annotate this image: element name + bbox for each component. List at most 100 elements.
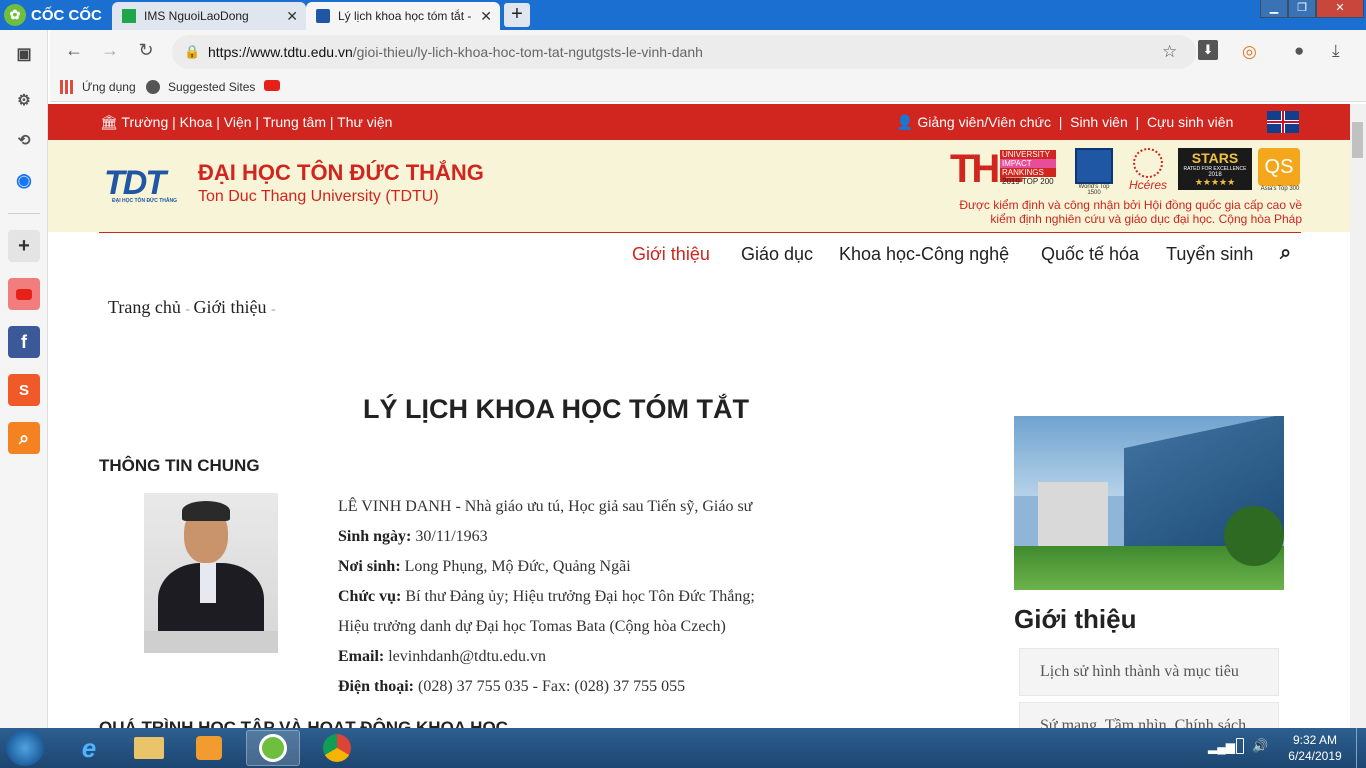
scrollbar-thumb[interactable]: [1352, 122, 1363, 158]
taskbar-ie[interactable]: e: [62, 730, 116, 766]
nav-gioi-thieu[interactable]: Giới thiệu: [632, 244, 710, 265]
youtube-icon[interactable]: [8, 278, 40, 310]
internet-explorer-icon: e: [81, 732, 97, 763]
top-right-links[interactable]: 👤 Giảng viên/Viên chức | Sinh viên | Cựu…: [896, 114, 1233, 131]
facebook-icon[interactable]: f: [8, 326, 40, 358]
bookmarks-bar: Ứng dụng Suggested Sites: [50, 74, 1366, 102]
downloads-icon[interactable]: ⤓: [1332, 41, 1340, 61]
user-icon: 👤: [896, 114, 914, 130]
world-top-badge: World's Top 1500: [1072, 148, 1116, 196]
top-utility-bar: 🏛 Trường | Khoa | Viện | Trung tâm | Thư…: [48, 104, 1350, 140]
taskbar-media[interactable]: [182, 730, 236, 766]
url-path: /gioi-thieu/ly-lich-khoa-hoc-tom-tat-ngu…: [352, 44, 703, 60]
tdtu-favicon-icon: [316, 9, 330, 23]
system-clock[interactable]: 9:32 AM 6/24/2019: [1270, 732, 1360, 764]
nav-quoc-te-hoa[interactable]: Quốc tế hóa: [1041, 244, 1139, 265]
top-left-links[interactable]: 🏛 Trường | Khoa | Viện | Trung tâm | Thư…: [100, 114, 392, 131]
address-bar[interactable]: 🔒 https://www.tdtu.edu.vn/gioi-thieu/ly-…: [172, 35, 1196, 69]
tab-tdtu[interactable]: Lý lịch khoa học tóm tắt - ✕: [306, 2, 500, 30]
email-value[interactable]: levinhdanh@tdtu.edu.vn: [384, 648, 546, 665]
site-header-banner: TDT ĐẠI HỌC TÔN ĐỨC THẮNG ĐẠI HỌC TÔN ĐỨ…: [48, 140, 1350, 232]
bookmark-youtube[interactable]: [264, 80, 280, 91]
close-tab-icon[interactable]: ✕: [286, 8, 298, 25]
campus-photo[interactable]: [1014, 416, 1284, 590]
english-flag-icon[interactable]: [1267, 111, 1299, 133]
breadcrumb: Trang chủ - Giới thiệu -: [108, 297, 276, 317]
sidebar-toggle-icon[interactable]: ▣: [8, 38, 40, 70]
download-page-icon[interactable]: ⬇: [1198, 40, 1218, 60]
tdtu-logo[interactable]: TDT ĐẠI HỌC TÔN ĐỨC THẮNG: [104, 164, 182, 208]
bookmark-star-icon[interactable]: ☆: [1162, 42, 1177, 62]
signal-icon[interactable]: ▂▄▆: [1208, 740, 1235, 754]
bookmark-label: Ứng dụng: [82, 80, 136, 94]
breadcrumb-gioi-thieu[interactable]: Giới thiệu: [194, 297, 267, 317]
nav-khoa-hoc-cong-nghe[interactable]: Khoa học-Công nghệ: [839, 244, 1009, 265]
logo-text: TDT: [104, 164, 166, 202]
tab-ims[interactable]: IMS NguoiLaoDong ✕: [112, 2, 306, 30]
volume-icon[interactable]: 🔊: [1252, 738, 1268, 754]
search-app-icon[interactable]: ⌕: [8, 422, 40, 454]
world-top-text: World's Top 1500: [1078, 184, 1110, 196]
shopee-icon[interactable]: S: [8, 374, 40, 406]
sidebar-title: Giới thiệu: [1014, 604, 1137, 634]
qs-badge: QS Asia's Top 300: [1258, 148, 1302, 192]
the-line-2: IMPACT: [1000, 159, 1056, 168]
restore-button[interactable]: ❐: [1288, 0, 1316, 18]
profile-name-line: LÊ VINH DANH - Nhà giáo ưu tú, Học giả s…: [338, 498, 753, 515]
pob-value: Long Phụng, Mộ Đức, Quảng Ngãi: [400, 558, 631, 575]
bookmark-suggested-sites[interactable]: Suggested Sites: [146, 80, 255, 94]
the-line-1: UNIVERSITY: [1000, 150, 1056, 159]
tab-title: IMS NguoiLaoDong: [144, 9, 249, 23]
the-line-4: 2019 TOP 200: [1002, 177, 1054, 186]
hceres-tree-icon: [1133, 148, 1163, 178]
browser-tab-bar: ✿ CỐC CỐC IMS NguoiLaoDong ✕ Lý lịch kho…: [0, 0, 1366, 30]
coccoc-logo[interactable]: ✿ CỐC CỐC: [4, 3, 102, 27]
university-name[interactable]: ĐẠI HỌC TÔN ĐỨC THẮNG Ton Duc Thang Univ…: [198, 160, 484, 206]
reload-button[interactable]: ↻: [134, 40, 158, 61]
close-window-button[interactable]: ✕: [1316, 0, 1364, 18]
new-tab-button[interactable]: +: [504, 3, 530, 27]
back-button[interactable]: ←: [62, 40, 86, 61]
web-page: 🏛 Trường | Khoa | Viện | Trung tâm | Thư…: [48, 104, 1350, 728]
show-desktop-button[interactable]: [1356, 728, 1366, 768]
main-navigation: Giới thiệu Giáo dục Khoa học-Công nghệ Q…: [48, 242, 1350, 274]
breadcrumb-home[interactable]: Trang chủ: [108, 297, 181, 317]
profile-icon[interactable]: ●: [1294, 41, 1304, 61]
forward-button[interactable]: →: [98, 40, 122, 61]
nav-giao-duc[interactable]: Giáo dục: [741, 244, 813, 265]
dob-label: Sinh ngày:: [338, 528, 412, 545]
settings-gear-icon[interactable]: ⚙: [8, 84, 40, 116]
history-icon[interactable]: ⟲: [8, 124, 40, 156]
hceres-badge: Hcéres: [1124, 148, 1172, 192]
windows-taskbar: e ▂▄▆ 🔊 9:32 AM 6/24/2019: [0, 728, 1366, 768]
top-left-links-text: Trường | Khoa | Viện | Trung tâm | Thư v…: [121, 114, 393, 130]
section-title-general: THÔNG TIN CHUNG: [99, 456, 260, 475]
nav-tuyen-sinh[interactable]: Tuyển sinh: [1166, 244, 1253, 265]
messenger-icon[interactable]: ◉: [8, 164, 40, 196]
sidebar-link-mission[interactable]: Sứ mạng, Tầm nhìn, Chính sách: [1019, 702, 1279, 728]
coccoc-extension-icon[interactable]: ◎: [1242, 42, 1257, 62]
bookmark-apps[interactable]: Ứng dụng: [60, 80, 136, 94]
stars-text: STARS: [1191, 150, 1239, 166]
windows-start-button[interactable]: [6, 730, 44, 766]
page-title: LÝ LỊCH KHOA HỌC TÓM TẮT: [363, 394, 749, 424]
close-tab-icon[interactable]: ✕: [480, 8, 492, 25]
minimize-button[interactable]: ▁: [1260, 0, 1288, 18]
taskbar-coccoc[interactable]: [246, 730, 300, 766]
section-title-education: QUÁ TRÌNH HỌC TẬP VÀ HOẠT ĐỘNG KHOA HỌC: [99, 718, 508, 728]
coccoc-taskbar-icon: [259, 734, 287, 762]
profile-pob: Nơi sinh: Long Phụng, Mộ Đức, Quảng Ngãi: [338, 558, 631, 576]
sidebar-link-history[interactable]: Lịch sử hình thành và mục tiêu: [1019, 648, 1279, 696]
stars-badge: STARS RATED FOR EXCELLENCE 2018 ★★★★★: [1178, 148, 1252, 190]
clock-date: 6/24/2019: [1288, 749, 1342, 763]
profile-position: Chức vụ: Bí thư Đảng ủy; Hiệu trưởng Đại…: [338, 588, 755, 606]
coccoc-icon: ✿: [4, 4, 26, 26]
page-scrollbar[interactable]: [1350, 104, 1366, 728]
taskbar-chrome[interactable]: [310, 730, 364, 766]
dob-value: 30/11/1963: [411, 528, 488, 545]
battery-icon[interactable]: [1236, 738, 1244, 754]
taskbar-explorer[interactable]: [122, 730, 176, 766]
add-shortcut-icon[interactable]: +: [8, 230, 40, 262]
search-icon[interactable]: ⌕: [1280, 242, 1291, 265]
globe-icon: [146, 80, 160, 94]
